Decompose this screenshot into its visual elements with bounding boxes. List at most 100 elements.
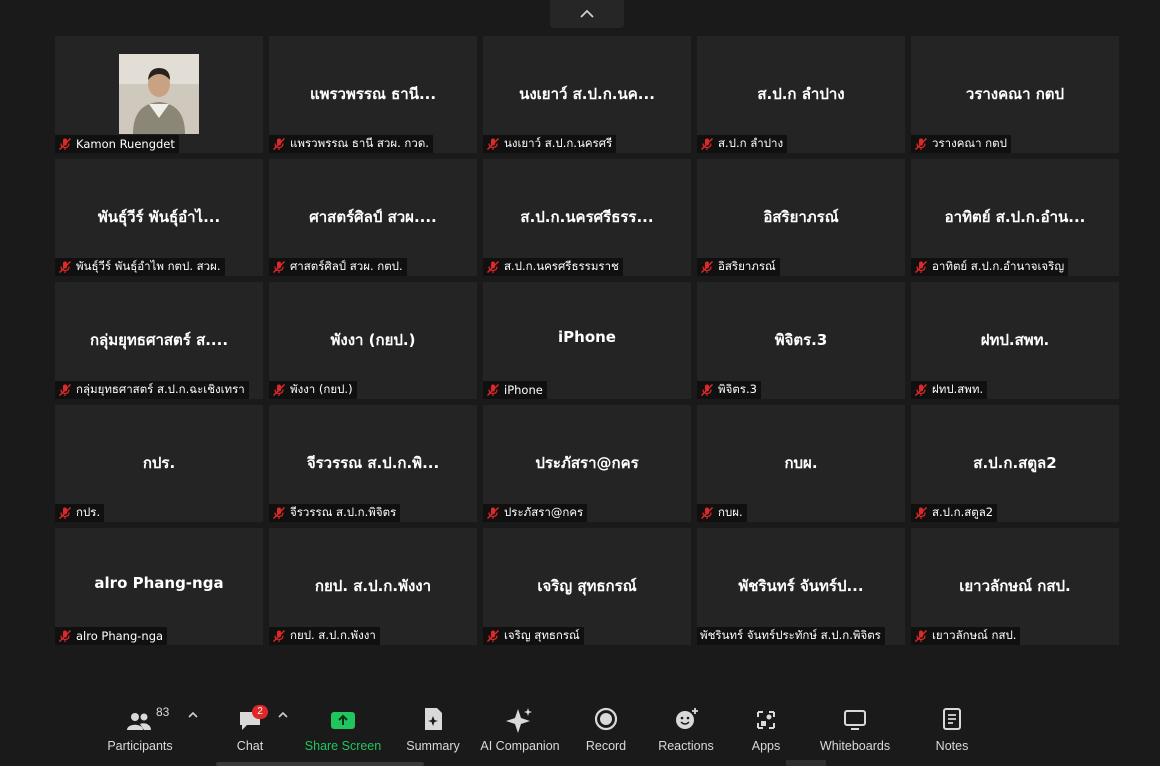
share-screen-button[interactable]: Share Screen	[304, 705, 382, 753]
participant-tile[interactable]: แพรวพรรณ ธานี... แพรวพรรณ ธานี สวผ. กวด.	[269, 36, 477, 153]
participant-display-name: เจริญ สุทธกรณ์	[537, 577, 637, 595]
ai-companion-label: AI Companion	[480, 739, 560, 753]
apps-icon	[757, 711, 775, 729]
muted-microphone-icon	[273, 630, 285, 642]
participant-name-label: Kamon Ruengdet	[55, 135, 179, 153]
collapse-thumbnails-button[interactable]	[550, 0, 624, 28]
share-screen-label: Share Screen	[304, 739, 382, 753]
muted-microphone-icon	[59, 261, 71, 273]
participant-display-name: วรางคณา กตป	[965, 85, 1065, 103]
muted-microphone-icon	[915, 261, 927, 273]
participant-label-text: กยป. ส.ป.ก.พังงา	[290, 628, 376, 642]
reactions-button[interactable]: Reactions	[658, 705, 714, 753]
participant-label-text: จีรวรรณ ส.ป.ก.พิจิตร	[290, 505, 397, 519]
participant-tile[interactable]: alro Phang-nga alro Phang-nga	[55, 528, 263, 645]
muted-microphone-icon	[915, 384, 927, 396]
participant-tile[interactable]: พิจิตร.3 พิจิตร.3	[697, 282, 905, 399]
muted-microphone-icon	[273, 507, 285, 519]
apps-label: Apps	[751, 739, 781, 753]
participant-tile[interactable]: ส.ป.ก ลำปาง ส.ป.ก ลำปาง	[697, 36, 905, 153]
participant-label-text: iPhone	[504, 383, 543, 397]
participant-label-text: Kamon Ruengdet	[76, 137, 175, 151]
participant-name-label: ส.ป.ก ลำปาง	[697, 135, 788, 153]
participant-display-name: เยาวลักษณ์ กสป.	[959, 577, 1071, 595]
participant-tile[interactable]: นงเยาว์ ส.ป.ก.นค... นงเยาว์ ส.ป.ก.นครศรี	[483, 36, 691, 153]
notes-label: Notes	[935, 739, 969, 753]
participant-tile[interactable]: จีรวรรณ ส.ป.ก.พิ... จีรวรรณ ส.ป.ก.พิจิตร	[269, 405, 477, 522]
meeting-toolbar: 83 Participants 2 Chat Share Screen Summ…	[0, 695, 1160, 766]
participant-name-label: กบผ.	[697, 504, 747, 522]
notes-button[interactable]: Notes	[934, 705, 970, 753]
record-button[interactable]: Record	[584, 705, 628, 753]
participant-name-label: alro Phang-nga	[55, 627, 168, 645]
participant-display-name: นงเยาว์ ส.ป.ก.นค...	[519, 85, 655, 103]
participant-tile[interactable]: พันธุ์วีร์ พันธุ์อำไ... พันธุ์วีร์ พันธุ์…	[55, 159, 263, 276]
muted-microphone-icon	[59, 507, 71, 519]
muted-microphone-icon	[701, 384, 713, 396]
participant-tile[interactable]: เยาวลักษณ์ กสป. เยาวลักษณ์ กสป.	[911, 528, 1119, 645]
participant-label-text: พันธุ์วีร์ พันธุ์อำไพ กตป. สวผ.	[76, 259, 221, 273]
participant-label-text: ส.ป.ก ลำปาง	[718, 136, 784, 150]
whiteboards-label: Whiteboards	[819, 739, 891, 753]
participant-tile[interactable]: กบผ. กบผ.	[697, 405, 905, 522]
participant-name-label: พันธุ์วีร์ พันธุ์อำไพ กตป. สวผ.	[55, 258, 225, 276]
participant-tile[interactable]: กลุ่มยุทธศาสตร์ ส.... กลุ่มยุทธศาสตร์ ส.ป…	[55, 282, 263, 399]
muted-microphone-icon	[915, 138, 927, 150]
participant-tile[interactable]: ฝทป.สพท. ฝทป.สพท.	[911, 282, 1119, 399]
muted-microphone-icon	[273, 138, 285, 150]
chat-options-caret-icon[interactable]	[276, 709, 290, 721]
apps-button[interactable]: Apps	[748, 705, 784, 753]
participant-display-name: แพรวพรรณ ธานี...	[309, 85, 437, 103]
participant-tile[interactable]: ส.ป.ก.สตูล2 ส.ป.ก.สตูล2	[911, 405, 1119, 522]
participant-name-label: กปร.	[55, 504, 105, 522]
participant-tile[interactable]: อาทิตย์ ส.ป.ก.อำน... อาทิตย์ ส.ป.ก.อำนาจเ…	[911, 159, 1119, 276]
participant-name-label: iPhone	[483, 381, 547, 399]
participant-label-text: กปร.	[76, 505, 101, 519]
participant-tile[interactable]: iPhone iPhone	[483, 282, 691, 399]
participant-name-label: พัชรินทร์ จันทร์ประทักษ์ ส.ป.ก.พิจิตร	[697, 627, 885, 645]
record-icon	[594, 707, 618, 731]
participant-video-avatar	[119, 54, 199, 134]
participant-tile[interactable]: วรางคณา กตป วรางคณา กตป	[911, 36, 1119, 153]
participants-options-caret-icon[interactable]	[186, 709, 200, 721]
chat-label: Chat	[236, 739, 264, 753]
participant-tile[interactable]: อิสริยาภรณ์ อิสริยาภรณ์	[697, 159, 905, 276]
participants-button[interactable]: 83 Participants	[107, 705, 172, 753]
participant-label-text: alro Phang-nga	[76, 629, 164, 643]
muted-microphone-icon	[487, 630, 499, 642]
ai-companion-button[interactable]: AI Companion	[480, 705, 560, 753]
participant-label-text: ศาสตร์ศิลป์ สวผ. กตป.	[290, 259, 403, 273]
chat-button[interactable]: 2 Chat	[232, 705, 268, 753]
reactions-label: Reactions	[658, 739, 714, 753]
participant-tile[interactable]: กยป. ส.ป.ก.พังงา กยป. ส.ป.ก.พังงา	[269, 528, 477, 645]
participant-tile[interactable]: Kamon Ruengdet	[55, 36, 263, 153]
whiteboards-button[interactable]: Whiteboards	[818, 705, 892, 753]
record-label: Record	[585, 739, 627, 753]
muted-microphone-icon	[273, 261, 285, 273]
participant-label-text: พังงา (กยป.)	[290, 382, 353, 396]
participant-tile[interactable]: ส.ป.ก.นครศรีธรร... ส.ป.ก.นครศรีธรรมราช	[483, 159, 691, 276]
participant-name-label: นงเยาว์ ส.ป.ก.นครศรี	[483, 135, 617, 153]
participant-tile[interactable]: พัชรินทร์ จันทร์ป... พัชรินทร์ จันทร์ประท…	[697, 528, 905, 645]
notes-icon	[943, 708, 961, 730]
participant-tile[interactable]: พังงา (กยป.) พังงา (กยป.)	[269, 282, 477, 399]
participant-tile[interactable]: ประภัสรา@กคร ประภัสรา@กคร	[483, 405, 691, 522]
participant-display-name: กบผ.	[784, 454, 818, 472]
participant-label-text: วรางคณา กตป	[932, 136, 1007, 150]
participant-display-name: พังงา (กยป.)	[330, 331, 416, 349]
muted-microphone-icon	[59, 630, 71, 642]
participant-display-name: ศาสตร์ศิลป์ สวผ....	[309, 208, 437, 226]
participant-label-text: เยาวลักษณ์ กสป.	[932, 628, 1017, 642]
window-edge-handle	[786, 760, 826, 766]
summary-button[interactable]: Summary	[404, 705, 462, 753]
participant-tile[interactable]: ศาสตร์ศิลป์ สวผ.... ศาสตร์ศิลป์ สวผ. กตป.	[269, 159, 477, 276]
muted-microphone-icon	[701, 507, 713, 519]
muted-microphone-icon	[915, 630, 927, 642]
participant-tile[interactable]: เจริญ สุทธกรณ์ เจริญ สุทธกรณ์	[483, 528, 691, 645]
participant-label-text: ฝทป.สพท.	[932, 382, 984, 396]
participant-tile[interactable]: กปร. กปร.	[55, 405, 263, 522]
participant-display-name: iPhone	[558, 328, 616, 346]
muted-microphone-icon	[701, 138, 713, 150]
participant-name-label: ฝทป.สพท.	[911, 381, 988, 399]
participant-name-label: กลุ่มยุทธศาสตร์ ส.ป.ก.ฉะเชิงเทรา	[55, 381, 249, 399]
